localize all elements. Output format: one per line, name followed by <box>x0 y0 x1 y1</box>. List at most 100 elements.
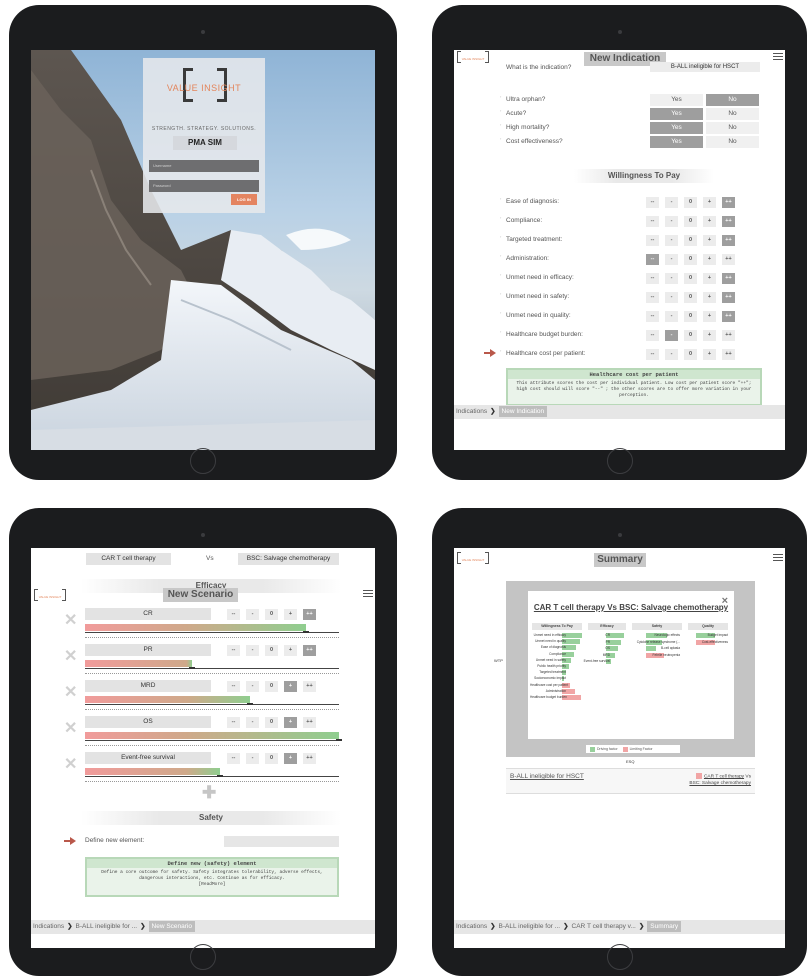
remove-element-icon[interactable]: ✕ <box>64 754 77 774</box>
score-button[interactable]: -- <box>646 235 659 246</box>
score-button[interactable]: + <box>284 681 297 692</box>
score-button[interactable]: -- <box>646 311 659 322</box>
indication-input[interactable]: B-ALL ineligible for HSCT <box>650 62 760 72</box>
score-button[interactable]: + <box>703 292 716 303</box>
menu-icon[interactable] <box>773 53 783 60</box>
score-button[interactable]: + <box>703 254 716 265</box>
score-button[interactable]: - <box>665 330 678 341</box>
score-button[interactable]: 0 <box>684 216 697 227</box>
score-button[interactable]: ++ <box>722 254 735 265</box>
menu-icon[interactable] <box>773 554 783 561</box>
score-button[interactable]: ++ <box>722 235 735 246</box>
score-button[interactable]: - <box>246 717 259 728</box>
score-button[interactable]: -- <box>646 197 659 208</box>
score-button[interactable]: -- <box>227 717 240 728</box>
scenario-link[interactable]: CAR T cell therapy Vs BSC: Salvage chemot… <box>675 773 751 787</box>
score-button[interactable]: + <box>703 197 716 208</box>
close-icon[interactable]: × <box>722 595 728 607</box>
element-score-marker[interactable] <box>189 667 195 669</box>
score-button[interactable]: 0 <box>265 681 278 692</box>
score-button[interactable]: - <box>246 645 259 656</box>
score-button[interactable]: - <box>665 197 678 208</box>
remove-element-icon[interactable]: ✕ <box>64 682 77 702</box>
score-button[interactable]: 0 <box>684 349 697 360</box>
yes-option[interactable]: Yes <box>650 94 703 106</box>
score-button[interactable]: 0 <box>684 197 697 208</box>
remove-element-icon[interactable]: ✕ <box>64 610 77 630</box>
score-button[interactable]: - <box>665 349 678 360</box>
score-button[interactable]: + <box>284 753 297 764</box>
score-button[interactable]: + <box>703 216 716 227</box>
score-button[interactable]: 0 <box>684 292 697 303</box>
score-button[interactable]: 0 <box>265 645 278 656</box>
score-button[interactable]: + <box>284 645 297 656</box>
remove-element-icon[interactable]: ✕ <box>64 646 77 666</box>
remove-element-icon[interactable]: ✕ <box>64 718 77 738</box>
element-score-marker[interactable] <box>247 703 253 705</box>
breadcrumb-indications[interactable]: Indications <box>33 923 64 930</box>
score-button[interactable]: - <box>665 273 678 284</box>
element-score-marker[interactable] <box>217 775 223 777</box>
indication-link[interactable]: B-ALL ineligible for HSCT <box>510 773 584 780</box>
score-button[interactable]: ++ <box>722 349 735 360</box>
yes-option[interactable]: Yes <box>650 122 703 134</box>
score-button[interactable]: - <box>246 681 259 692</box>
username-input[interactable]: Username <box>149 160 259 172</box>
score-button[interactable]: ++ <box>303 609 316 620</box>
breadcrumb-indications[interactable]: Indications <box>456 923 487 930</box>
score-button[interactable]: ++ <box>722 273 735 284</box>
score-button[interactable]: 0 <box>265 717 278 728</box>
score-button[interactable]: + <box>703 273 716 284</box>
score-button[interactable]: -- <box>646 330 659 341</box>
score-button[interactable]: + <box>703 349 716 360</box>
score-button[interactable]: + <box>284 609 297 620</box>
score-button[interactable]: 0 <box>684 235 697 246</box>
score-button[interactable]: + <box>703 330 716 341</box>
menu-icon[interactable] <box>363 590 373 597</box>
no-option[interactable]: No <box>706 94 759 106</box>
score-button[interactable]: ++ <box>303 681 316 692</box>
score-button[interactable]: - <box>665 311 678 322</box>
breadcrumb-indication[interactable]: B-ALL ineligible for ... <box>76 923 138 930</box>
password-input[interactable]: Password <box>149 180 259 192</box>
score-button[interactable]: ++ <box>722 330 735 341</box>
yes-option[interactable]: Yes <box>650 108 703 120</box>
breadcrumb-indications[interactable]: Indications <box>456 408 487 415</box>
score-button[interactable]: ++ <box>722 292 735 303</box>
score-button[interactable]: -- <box>227 645 240 656</box>
yes-option[interactable]: Yes <box>650 136 703 148</box>
score-button[interactable]: 0 <box>265 609 278 620</box>
score-button[interactable]: -- <box>646 216 659 227</box>
no-option[interactable]: No <box>706 122 759 134</box>
score-button[interactable]: - <box>665 216 678 227</box>
score-button[interactable]: ++ <box>303 645 316 656</box>
score-button[interactable]: -- <box>646 273 659 284</box>
score-button[interactable]: ++ <box>722 216 735 227</box>
score-button[interactable]: - <box>246 609 259 620</box>
define-element-input[interactable] <box>224 836 339 847</box>
element-score-marker[interactable] <box>303 631 309 633</box>
breadcrumb-indication[interactable]: B-ALL ineligible for ... <box>499 923 561 930</box>
score-button[interactable]: + <box>284 717 297 728</box>
score-button[interactable]: -- <box>646 292 659 303</box>
score-button[interactable]: -- <box>646 349 659 360</box>
score-button[interactable]: + <box>703 311 716 322</box>
score-button[interactable]: 0 <box>684 311 697 322</box>
score-button[interactable]: ++ <box>722 197 735 208</box>
score-button[interactable]: -- <box>227 753 240 764</box>
score-button[interactable]: - <box>665 254 678 265</box>
no-option[interactable]: No <box>706 136 759 148</box>
breadcrumb-scenario[interactable]: CAR T cell therapy v... <box>572 923 636 930</box>
no-option[interactable]: No <box>706 108 759 120</box>
element-score-marker[interactable] <box>336 739 342 741</box>
read-more-link[interactable]: [ReadMore] <box>198 882 225 887</box>
score-button[interactable]: - <box>665 292 678 303</box>
score-button[interactable]: ++ <box>722 311 735 322</box>
score-button[interactable]: 0 <box>265 753 278 764</box>
score-button[interactable]: - <box>665 235 678 246</box>
score-button[interactable]: 0 <box>684 254 697 265</box>
score-button[interactable]: 0 <box>684 330 697 341</box>
score-button[interactable]: ++ <box>303 717 316 728</box>
score-button[interactable]: -- <box>227 681 240 692</box>
score-button[interactable]: -- <box>646 254 659 265</box>
